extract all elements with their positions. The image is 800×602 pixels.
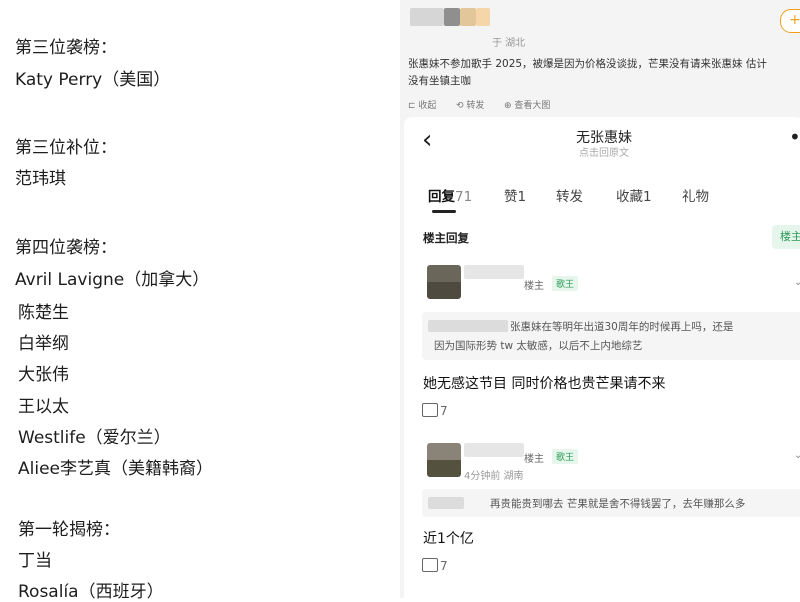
like-button[interactable]: 7 <box>422 558 448 573</box>
list-item: Aliee李艺真（美籍韩裔） <box>18 459 213 479</box>
list-item: 白举纲 <box>18 334 69 354</box>
list-item: Avril Lavigne（加拿大） <box>15 270 210 290</box>
list-item: Westlife（爱尔兰） <box>18 428 171 448</box>
blurred-avatar <box>444 8 460 26</box>
more-icon[interactable]: •• <box>789 125 800 149</box>
tab-replies[interactable]: 回复71 <box>428 185 472 205</box>
follow-button[interactable]: + <box>780 9 800 33</box>
like-button[interactable]: 7 <box>422 403 448 418</box>
tab-favorites[interactable]: 收藏1 <box>616 185 652 205</box>
quoted-comment: 张惠妹在等明年出道30周年的时候再上吗，还是 因为国际形势 tw 太敏感，以后不… <box>422 312 800 360</box>
list-item: Rosalía（西班牙） <box>18 582 164 602</box>
blurred-avatar <box>460 8 476 26</box>
blurred-avatar <box>410 8 444 26</box>
list-item: 丁当 <box>18 551 52 571</box>
collapse-icon: ⊏ <box>408 101 419 111</box>
rank-badge: 歌王 <box>552 449 579 464</box>
blurred-avatar <box>476 8 490 26</box>
thread-subtitle[interactable]: 点击回原文 <box>404 144 800 159</box>
list-heading: 第四位袭榜： <box>15 238 117 258</box>
blurred-username <box>464 443 524 457</box>
avatar[interactable] <box>427 265 461 299</box>
active-tab-indicator <box>432 210 456 213</box>
post-text-line: 张惠妹不参加歌手 2025，被爆是因为价格没谈拢，芒果没有请来张惠妹 估计 <box>408 58 767 70</box>
social-post-screenshot: 于 湖北 + 张惠妹不参加歌手 2025，被爆是因为价格没谈拢，芒果没有请来张惠… <box>400 0 800 598</box>
list-heading: 第三位袭榜： <box>15 38 117 58</box>
list-heading: 第三位补位： <box>15 138 117 158</box>
tab-likes[interactable]: 赞1 <box>504 185 526 205</box>
rotate-button[interactable]: ⟲ 转发 <box>456 98 484 111</box>
zoom-icon: ⊕ <box>504 101 515 111</box>
quote-text: 再贵能贵到哪去 芒果就是舍不得钱罢了，去年赚那么多 <box>490 498 746 510</box>
section-title: 楼主回复 <box>423 231 469 245</box>
avatar[interactable] <box>427 443 461 477</box>
op-label: 楼主 <box>524 454 544 465</box>
thumbs-up-icon <box>422 403 438 417</box>
op-label: 楼主 <box>524 281 544 292</box>
view-large-button[interactable]: ⊕ 查看大图 <box>504 98 550 111</box>
list-item: 范玮琪 <box>15 169 66 189</box>
ranking-list-panel: 第三位袭榜： Katy Perry（美国） 第三位补位： 范玮琪 第四位袭榜： … <box>0 0 400 602</box>
rank-badge: 歌王 <box>552 276 579 291</box>
reply-meta: 4分钟前 湖南 <box>464 471 524 482</box>
op-filter-button[interactable]: 楼主 <box>772 225 800 249</box>
reply-text: 近1个亿 <box>423 531 474 547</box>
list-item: Katy Perry（美国） <box>15 70 171 90</box>
chevron-down-icon[interactable]: ⌄ <box>794 277 800 288</box>
blurred-username <box>428 320 508 332</box>
quote-text: 张惠妹在等明年出道30周年的时候再上吗，还是 <box>510 321 734 333</box>
post-text-line: 没有坐镇主咖 <box>408 75 471 87</box>
comment-thread-card: ‹ 无张惠妹 点击回原文 •• 回复71 赞1 转发 收藏1 礼物 楼主回复 楼… <box>404 117 800 598</box>
list-heading: 第一轮揭榜： <box>18 520 120 540</box>
thumbs-up-icon <box>422 558 438 572</box>
reply-text: 她无感这节目 同时价格也贵芒果请不来 <box>423 376 666 392</box>
rotate-icon: ⟲ <box>456 101 467 111</box>
blurred-username <box>428 497 464 509</box>
tab-reposts[interactable]: 转发 <box>556 185 583 205</box>
blurred-username <box>464 265 524 279</box>
chevron-down-icon[interactable]: ⌄ <box>794 450 800 461</box>
post-location: 于 湖北 <box>492 38 526 49</box>
list-item: 大张伟 <box>18 365 69 385</box>
quote-text: 因为国际形势 tw 太敏感，以后不上内地综艺 <box>434 340 643 352</box>
quoted-comment: 再贵能贵到哪去 芒果就是舍不得钱罢了，去年赚那么多 <box>422 489 800 517</box>
collapse-button[interactable]: ⊏ 收起 <box>408 98 436 111</box>
list-item: 陈楚生 <box>18 303 69 323</box>
list-item: 王以太 <box>18 397 69 417</box>
tab-gifts[interactable]: 礼物 <box>682 185 709 205</box>
